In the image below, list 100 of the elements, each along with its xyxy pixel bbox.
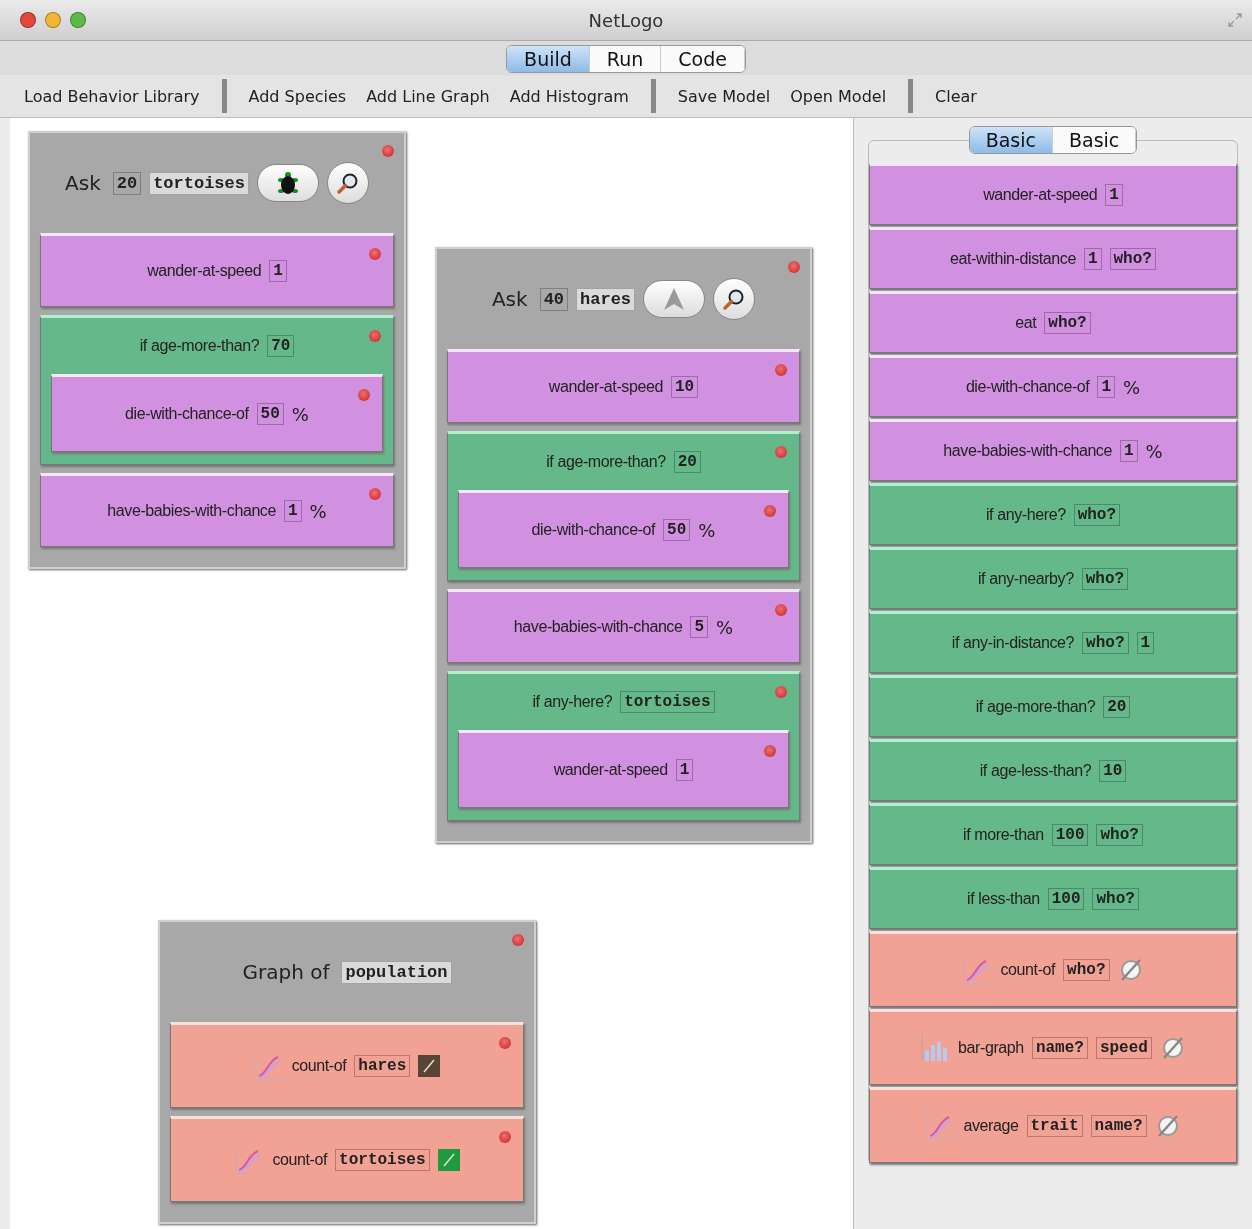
condition-block[interactable]: if any-in-distance? who? 1 <box>869 611 1237 673</box>
parameter-field[interactable]: tortoises <box>335 1149 430 1171</box>
parameter-field[interactable]: 50 <box>663 519 691 541</box>
parameter-field[interactable]: 50 <box>256 403 284 425</box>
parameter-field[interactable]: trait <box>1026 1115 1083 1137</box>
delete-icon[interactable] <box>788 261 800 273</box>
graph-block[interactable]: count-of who? <box>869 931 1237 1007</box>
parameter-field[interactable]: who? <box>1044 312 1091 334</box>
parameter-field[interactable]: 1 <box>1136 632 1155 654</box>
condition-block[interactable]: if age-more-than? 70 die-with-chance-of 50 % <box>40 315 394 465</box>
parameter-field[interactable]: 10 <box>670 376 699 398</box>
close-button[interactable] <box>20 12 36 28</box>
condition-block[interactable]: if any-here? tortoises wander-at-speed 1 <box>447 671 800 821</box>
condition-block[interactable]: if age-more-than? 20 die-with-chance-of 50 % <box>447 431 800 581</box>
delete-icon[interactable] <box>764 745 776 757</box>
delete-icon[interactable] <box>512 934 524 946</box>
ask-group[interactable]: Ask 40 hares wander-at-speed 10 if age-more-than? 20 die-with-chance-of 50 % have-babies-with-chance 5 % if any-here? tortoises wander-at-speed 1 <box>435 247 812 843</box>
delete-icon[interactable] <box>764 505 776 517</box>
parameter-field[interactable]: 20 <box>673 451 701 473</box>
toolbar-button[interactable]: Add Histogram <box>499 82 639 110</box>
search-button[interactable] <box>713 278 756 320</box>
toolbar-button[interactable]: Load Behavior Library <box>14 82 210 110</box>
delete-icon[interactable] <box>775 686 787 698</box>
parameter-field[interactable]: tortoises <box>620 691 715 713</box>
parameter-field[interactable]: 1 <box>1120 440 1138 462</box>
delete-icon[interactable] <box>775 446 787 458</box>
parameter-field[interactable]: who? <box>1109 248 1156 270</box>
count-field[interactable]: 20 <box>112 171 142 195</box>
action-block[interactable]: die-with-chance-of 50 % <box>51 374 383 452</box>
parameter-field[interactable]: 1 <box>1097 376 1115 398</box>
delete-icon[interactable] <box>775 364 787 376</box>
toolbar-button[interactable]: Clear <box>925 82 987 110</box>
condition-block[interactable]: if more-than 100 who? <box>869 803 1237 865</box>
delete-icon[interactable] <box>499 1037 511 1049</box>
action-block[interactable]: wander-at-speed 1 <box>869 163 1237 225</box>
graph-block[interactable]: count-of tortoises <box>170 1116 524 1202</box>
delete-icon[interactable] <box>382 145 394 157</box>
delete-icon[interactable] <box>358 389 370 401</box>
parameter-field[interactable]: name? <box>1090 1115 1147 1137</box>
action-block[interactable]: have-babies-with-chance 1 % <box>869 419 1237 481</box>
count-field[interactable]: 40 <box>539 287 569 311</box>
parameter-field[interactable]: 5 <box>690 616 709 638</box>
ask-group[interactable]: Ask 20 tortoises wander-at-speed 1 if age-more-than? 70 die-with-chance-of 50 % have-babies-with-chance 1 % <box>28 131 406 569</box>
action-block[interactable]: die-with-chance-of 1 % <box>869 355 1237 417</box>
graph-group[interactable]: Graph of population count-of hares count-of tortoises <box>158 920 536 1224</box>
parameter-field[interactable]: 100 <box>1047 888 1085 910</box>
mode-tab[interactable]: Build <box>507 46 590 72</box>
search-button[interactable] <box>326 162 369 204</box>
condition-block[interactable]: if age-less-than? 10 <box>869 739 1237 801</box>
condition-block[interactable]: if less-than 100 who? <box>869 867 1237 929</box>
parameter-field[interactable]: 20 <box>1103 696 1131 718</box>
condition-block[interactable]: if any-nearby? who? <box>869 547 1237 609</box>
parameter-field[interactable]: who? <box>1096 824 1143 846</box>
graph-block[interactable]: bar-graph name? speed <box>869 1009 1237 1085</box>
delete-icon[interactable] <box>369 248 381 260</box>
breed-field[interactable]: hares <box>576 287 636 311</box>
action-block[interactable]: die-with-chance-of 50 % <box>458 490 789 568</box>
toolbar-button[interactable]: Add Line Graph <box>356 82 500 110</box>
action-block[interactable]: have-babies-with-chance 5 % <box>447 589 800 663</box>
action-block[interactable]: wander-at-speed 1 <box>40 233 394 307</box>
shape-button[interactable] <box>256 164 319 202</box>
parameter-field[interactable]: 1 <box>284 500 302 522</box>
graph-block[interactable]: average trait name? <box>869 1087 1237 1163</box>
minimize-button[interactable] <box>45 12 61 28</box>
condition-block[interactable]: if age-more-than? 20 <box>869 675 1237 737</box>
toolbar-button[interactable]: Add Species <box>238 82 357 110</box>
delete-icon[interactable] <box>369 330 381 342</box>
pen-color-swatch[interactable] <box>418 1055 441 1077</box>
parameter-field[interactable]: 1 <box>269 260 287 282</box>
graph-block[interactable]: count-of hares <box>170 1022 524 1108</box>
parameter-field[interactable]: 100 <box>1051 824 1089 846</box>
parameter-field[interactable]: who? <box>1092 888 1139 910</box>
parameter-field[interactable]: speed <box>1095 1037 1152 1059</box>
toolbar-button[interactable]: Save Model <box>667 82 781 110</box>
pen-color-swatch[interactable] <box>437 1149 460 1171</box>
graph-name-field[interactable]: population <box>341 960 452 984</box>
parameter-field[interactable]: name? <box>1031 1037 1088 1059</box>
parameter-field[interactable]: who? <box>1063 959 1110 981</box>
parameter-field[interactable]: 1 <box>1105 184 1123 206</box>
action-block[interactable]: eat-within-distance 1 who? <box>869 227 1237 289</box>
parameter-field[interactable]: 10 <box>1099 760 1127 782</box>
parameter-field[interactable]: who? <box>1082 632 1129 654</box>
resize-icon[interactable] <box>1228 13 1242 27</box>
parameter-field[interactable]: 70 <box>267 335 295 357</box>
condition-block[interactable]: if any-here? who? <box>869 483 1237 545</box>
delete-icon[interactable] <box>499 1131 511 1143</box>
toolbar-button[interactable]: Open Model <box>780 82 897 110</box>
parameter-field[interactable]: 1 <box>675 759 694 781</box>
palette-tab[interactable]: Basic <box>969 127 1053 153</box>
parameter-field[interactable]: 1 <box>1083 248 1102 270</box>
breed-field[interactable]: tortoises <box>149 171 249 195</box>
parameter-field[interactable]: who? <box>1073 504 1121 526</box>
zoom-button[interactable] <box>70 12 86 28</box>
parameter-field[interactable]: who? <box>1081 568 1129 590</box>
delete-icon[interactable] <box>775 604 787 616</box>
delete-icon[interactable] <box>369 488 381 500</box>
action-block[interactable]: eat who? <box>869 291 1237 353</box>
action-block[interactable]: wander-at-speed 1 <box>458 730 789 808</box>
action-block[interactable]: have-babies-with-chance 1 % <box>40 473 394 547</box>
parameter-field[interactable]: hares <box>354 1055 411 1077</box>
